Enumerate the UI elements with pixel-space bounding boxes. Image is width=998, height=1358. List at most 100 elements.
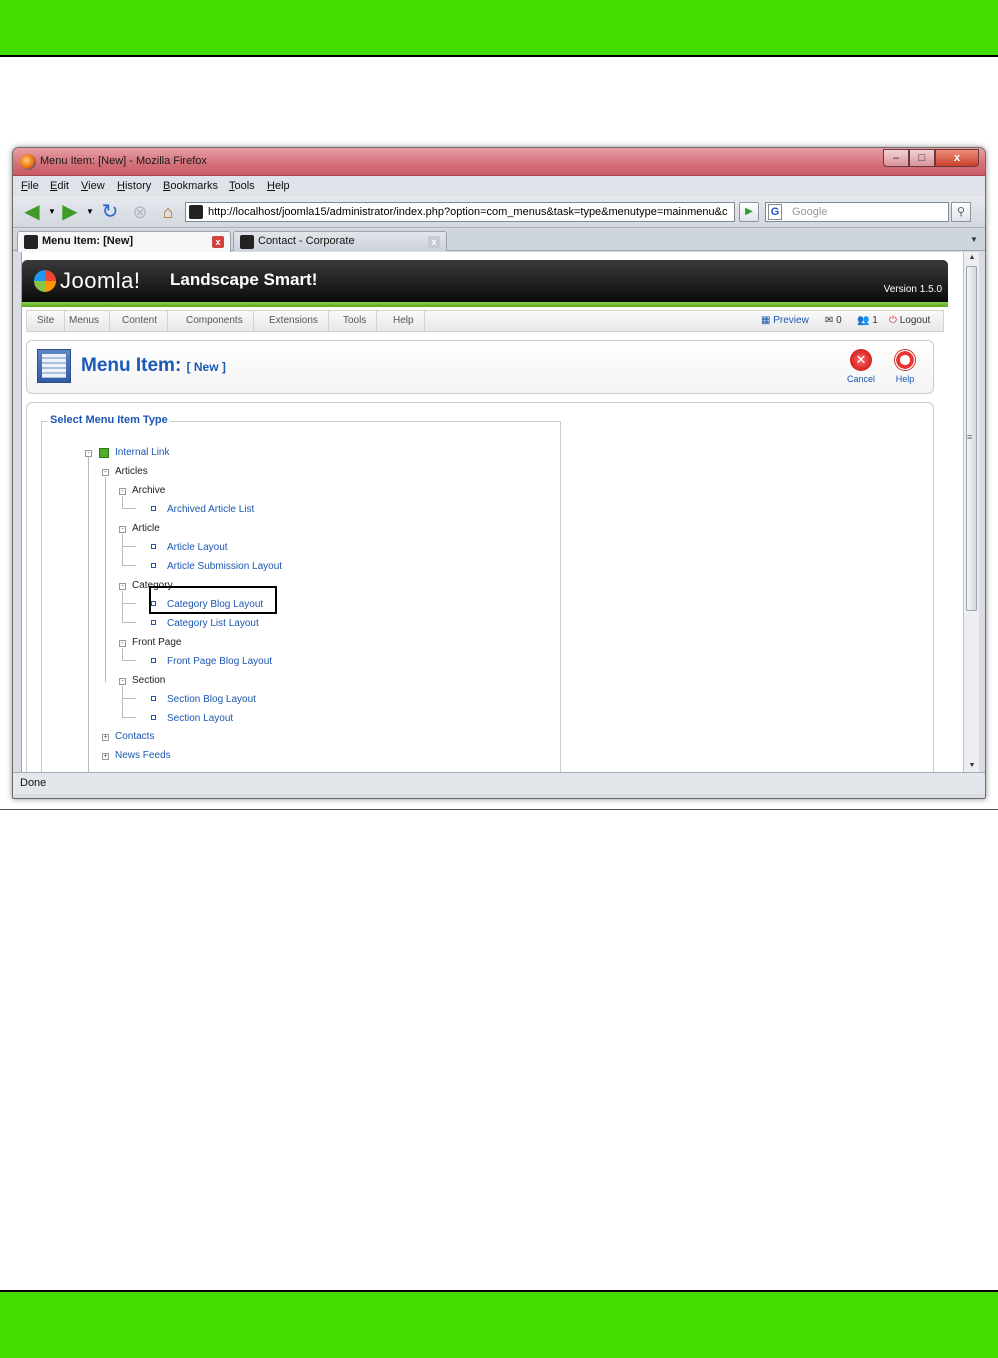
forward-history-chevron-icon[interactable]: ▼ [79, 202, 101, 222]
tab-label: Contact - Corporate [258, 235, 355, 247]
back-arrow-icon[interactable]: ◀ [21, 202, 43, 222]
tree-internal-link[interactable]: Internal Link [115, 447, 169, 458]
joomla-favicon-icon [189, 205, 203, 219]
title-bar: Menu Item: [New] - Mozilla Firefox – □ x [13, 148, 985, 176]
tree-section-layout[interactable]: Section Layout [167, 713, 233, 724]
tree-connector [105, 477, 106, 682]
vertical-scrollbar[interactable]: ▲ ≡ ▼ [963, 252, 979, 772]
tree-toggle[interactable]: - [119, 488, 126, 495]
tree-article[interactable]: Article [132, 523, 160, 534]
status-text: Done [20, 777, 47, 789]
url-bar[interactable]: http://localhost/joomla15/administrator/… [185, 202, 735, 222]
menu-history[interactable]: History [117, 180, 151, 192]
joomla-header: Joomla! Landscape Smart! Version 1.5.0 [22, 260, 948, 302]
tree-front-page-blog-layout[interactable]: Front Page Blog Layout [167, 656, 272, 667]
messages-count[interactable]: ✉ 0 [825, 315, 842, 326]
main-panel: Select Menu Item Type - Internal Link - … [26, 402, 934, 772]
scroll-down-arrow-icon[interactable]: ▼ [964, 760, 980, 772]
cancel-button[interactable]: ✕ Cancel [843, 349, 879, 384]
tab-close-icon[interactable]: x [212, 236, 224, 248]
tab-bar: Menu Item: [New] x Contact - Corporate x… [13, 229, 985, 252]
tree-section[interactable]: Section [132, 675, 165, 686]
tree-article-submission-layout[interactable]: Article Submission Layout [167, 561, 282, 572]
admin-menu-help[interactable]: Help [383, 311, 425, 331]
page-title: Menu Item: [ New ] [81, 355, 226, 376]
tab-menu-item-new[interactable]: Menu Item: [New] x [17, 231, 231, 252]
tree-connector [122, 686, 123, 718]
tree-leaf-icon [151, 620, 156, 625]
tree-articles[interactable]: Articles [115, 466, 148, 477]
admin-menu-menus[interactable]: Menus [59, 311, 111, 331]
tab-list-chevron-icon[interactable]: ▼ [967, 233, 981, 247]
tree-toggle[interactable]: - [119, 583, 126, 590]
tree-leaf-icon [151, 658, 156, 663]
admin-menu-components[interactable]: Components [176, 311, 254, 331]
tree-toggle[interactable]: - [119, 526, 126, 533]
joomla-favicon-icon [24, 235, 38, 249]
tree-connector [122, 603, 136, 604]
menu-type-tree: - Internal Link - Articles - Archive Arc… [42, 422, 560, 772]
window-title: Menu Item: [New] - Mozilla Firefox [40, 155, 207, 167]
forward-arrow-icon[interactable]: ▶ [59, 202, 81, 222]
go-button[interactable]: ▶ [739, 202, 759, 222]
tree-front-page[interactable]: Front Page [132, 637, 181, 648]
tree-category-list-layout[interactable]: Category List Layout [167, 618, 259, 629]
menu-bar: File Edit View History Bookmarks Tools H… [13, 176, 985, 196]
scroll-grip-icon: ≡ [967, 432, 973, 442]
search-input[interactable]: G Google [765, 202, 949, 222]
tree-article-layout[interactable]: Article Layout [167, 542, 228, 553]
tree-archived-article-list[interactable]: Archived Article List [167, 504, 254, 515]
menu-view[interactable]: View [81, 180, 105, 192]
logout-link[interactable]: ⏻ Logout [889, 315, 930, 326]
tree-connector [122, 591, 123, 623]
tree-toggle[interactable]: + [102, 734, 109, 741]
message-icon: ✉ [825, 315, 837, 326]
tree-leaf-icon [151, 506, 156, 511]
tab-label: Menu Item: [New] [42, 235, 134, 247]
minimize-button[interactable]: – [883, 149, 909, 167]
internal-link-icon [99, 448, 109, 458]
google-engine-icon[interactable]: G [768, 204, 782, 220]
stop-icon[interactable]: ⊗ [129, 202, 151, 222]
joomla-logo: Joomla! [34, 268, 141, 294]
close-button[interactable]: x [935, 149, 979, 167]
menu-tools[interactable]: Tools [229, 180, 255, 192]
tree-toggle[interactable]: - [85, 450, 92, 457]
tree-archive[interactable]: Archive [132, 485, 165, 496]
version-label: Version 1.5.0 [883, 284, 942, 295]
tab-contact-corporate[interactable]: Contact - Corporate x [233, 231, 447, 251]
admin-menu-extensions[interactable]: Extensions [259, 311, 329, 331]
maximize-button[interactable]: □ [909, 149, 935, 167]
tree-toggle[interactable]: - [119, 678, 126, 685]
joomla-favicon-icon [240, 235, 254, 249]
tab-close-icon[interactable]: x [428, 236, 440, 248]
tree-contacts[interactable]: Contacts [115, 731, 154, 742]
menu-help[interactable]: Help [267, 180, 290, 192]
reload-icon[interactable]: ↻ [99, 202, 121, 222]
page-toolbar: Menu Item: [ New ] ✕ Cancel Help [26, 340, 934, 394]
tree-connector [122, 622, 136, 623]
help-button[interactable]: Help [887, 349, 923, 384]
preview-link[interactable]: ▦ Preview [761, 315, 809, 326]
users-online-count[interactable]: 👥 1 [857, 315, 878, 326]
tree-toggle[interactable]: - [119, 640, 126, 647]
menu-item-icon [37, 349, 71, 383]
tree-connector [122, 496, 123, 508]
search-placeholder: Google [792, 206, 828, 218]
home-icon[interactable]: ⌂ [157, 202, 179, 222]
admin-menu-content[interactable]: Content [112, 311, 169, 331]
tree-toggle[interactable]: + [102, 753, 109, 760]
scroll-up-arrow-icon[interactable]: ▲ [964, 252, 980, 264]
tree-news-feeds[interactable]: News Feeds [115, 750, 171, 761]
preview-icon: ▦ [761, 315, 774, 326]
tree-section-blog-layout[interactable]: Section Blog Layout [167, 694, 256, 705]
admin-menu: Site Menus Content Components Extensions… [26, 310, 944, 332]
menu-file[interactable]: File [21, 180, 39, 192]
menu-bookmarks[interactable]: Bookmarks [163, 180, 218, 192]
users-icon: 👥 [857, 315, 873, 326]
menu-edit[interactable]: Edit [50, 180, 69, 192]
tree-toggle[interactable]: - [102, 469, 109, 476]
page-content: Joomla! Landscape Smart! Version 1.5.0 S… [21, 252, 963, 772]
search-magnifier-icon[interactable]: ⚲ [951, 202, 971, 222]
admin-menu-tools[interactable]: Tools [333, 311, 378, 331]
